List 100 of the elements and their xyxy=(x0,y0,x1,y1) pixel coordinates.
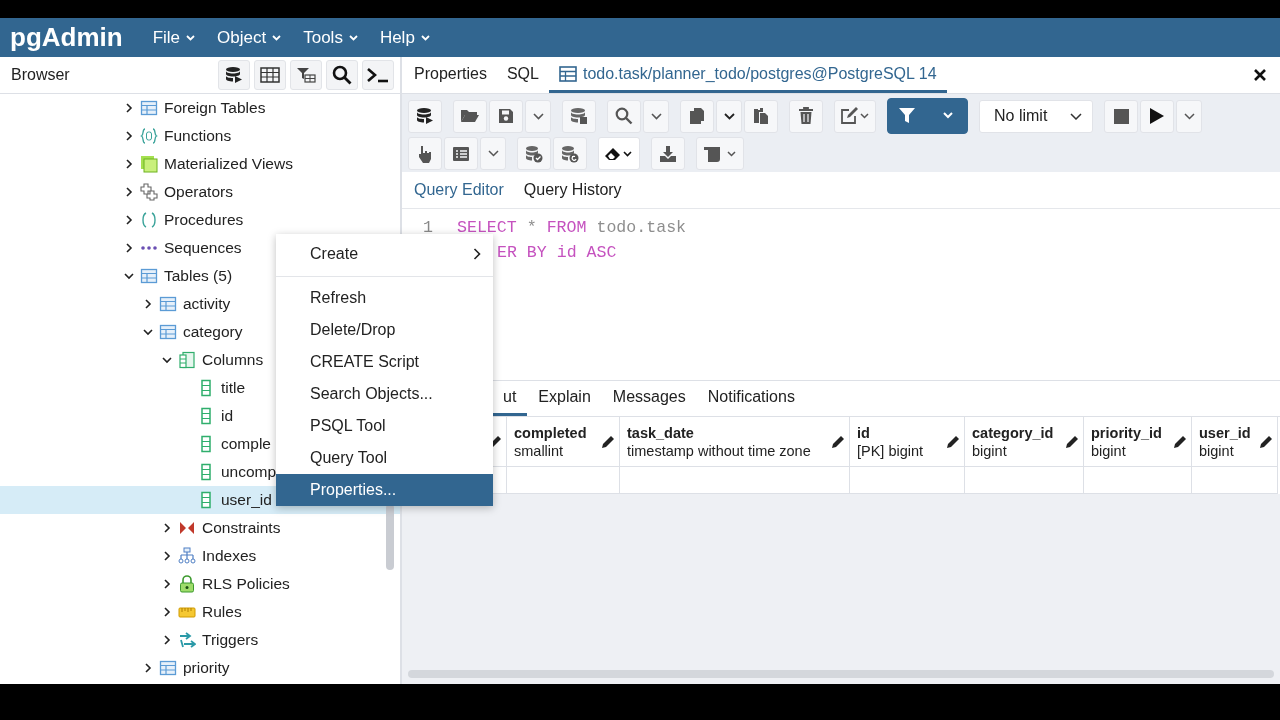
menu-item[interactable]: Search Objects... xyxy=(276,378,493,410)
results-tab[interactable]: Notifications xyxy=(696,381,806,416)
chevron-icon[interactable] xyxy=(162,551,172,561)
copy-options-button[interactable] xyxy=(716,99,742,133)
tree-label: Indexes xyxy=(202,547,257,565)
tree-row[interactable]: RLS Policies xyxy=(0,570,400,598)
macros-button[interactable] xyxy=(696,137,744,170)
execute-button[interactable] xyxy=(1140,99,1174,133)
chevron-icon[interactable] xyxy=(124,187,134,197)
braces-icon xyxy=(140,127,158,145)
chevron-icon[interactable] xyxy=(124,131,134,141)
pencil-icon[interactable] xyxy=(946,434,960,449)
edit-button[interactable] xyxy=(834,99,876,133)
rollback-button[interactable] xyxy=(553,137,587,170)
menu-button[interactable]: Object xyxy=(217,27,282,48)
menu-item[interactable]: Delete/Drop xyxy=(276,314,493,346)
stop-button[interactable] xyxy=(1104,99,1138,133)
pencil-icon[interactable] xyxy=(1259,434,1273,449)
save-button[interactable] xyxy=(489,99,523,133)
paste-button[interactable] xyxy=(744,99,778,133)
chevron-icon[interactable] xyxy=(143,327,153,337)
psql-tool-button[interactable] xyxy=(362,60,394,90)
delete-button[interactable] xyxy=(789,99,823,133)
results-tab[interactable]: Messages xyxy=(601,381,697,416)
tree-label: id xyxy=(221,407,234,425)
chevron-icon[interactable] xyxy=(162,523,172,533)
tree-row[interactable]: priority xyxy=(0,654,400,682)
search-button[interactable] xyxy=(326,60,358,90)
tree-row[interactable]: Materialized Views xyxy=(0,150,400,178)
pencil-icon[interactable] xyxy=(1173,434,1187,449)
chevron-icon[interactable] xyxy=(124,103,134,113)
connection-button[interactable] xyxy=(408,99,442,133)
database-icon xyxy=(570,107,588,125)
menu-item[interactable]: CREATE Script xyxy=(276,346,493,378)
menu-item[interactable]: Properties... xyxy=(276,474,493,506)
chevron-icon[interactable] xyxy=(124,159,134,169)
database-check-icon xyxy=(525,144,543,163)
menu-item[interactable]: Query Tool xyxy=(276,442,493,474)
menu-button[interactable]: Tools xyxy=(303,27,358,48)
copy-button[interactable] xyxy=(680,99,714,133)
tree-row[interactable]: Indexes xyxy=(0,542,400,570)
query-tool-button[interactable] xyxy=(218,60,250,90)
commit-button[interactable] xyxy=(517,137,551,170)
filter-button[interactable] xyxy=(887,98,968,134)
menu-item[interactable]: PSQL Tool xyxy=(276,410,493,442)
menu-button[interactable]: Help xyxy=(379,27,430,48)
chevron-icon[interactable] xyxy=(162,579,172,589)
tree-row[interactable]: Foreign Tables xyxy=(0,94,400,122)
pencil-icon[interactable] xyxy=(601,434,615,449)
results-tab[interactable]: Explain xyxy=(527,381,602,416)
row-limit-dropdown[interactable]: No limit xyxy=(979,99,1093,133)
chevron-icon[interactable] xyxy=(124,271,134,281)
pencil-icon[interactable] xyxy=(831,434,845,449)
caret-icon xyxy=(1070,112,1082,120)
tree-label: Constraints xyxy=(202,519,281,537)
column-name: user_id xyxy=(1199,423,1251,442)
pointer-button[interactable] xyxy=(408,137,442,170)
pencil-square-icon xyxy=(840,107,870,125)
tree-row[interactable]: Constraints xyxy=(0,514,400,542)
save-data-button[interactable] xyxy=(562,99,596,133)
download-button[interactable] xyxy=(651,137,685,170)
pencil-icon[interactable] xyxy=(1065,434,1079,449)
search-icon xyxy=(615,107,633,125)
chevron-icon[interactable] xyxy=(124,243,134,253)
eraser-icon xyxy=(604,145,634,162)
scrollbar[interactable] xyxy=(386,504,394,570)
tree-row[interactable]: Procedures xyxy=(0,206,400,234)
panel-tab[interactable]: SQL xyxy=(496,57,549,93)
chevron-icon[interactable] xyxy=(124,215,134,225)
panel-tab[interactable]: Properties xyxy=(404,57,497,93)
app-logo: pgAdmin xyxy=(10,22,123,53)
scrollbar[interactable] xyxy=(408,670,1274,678)
tree-label: Operators xyxy=(164,183,233,201)
editor-tab[interactable]: Query History xyxy=(513,172,632,208)
chevron-icon[interactable] xyxy=(143,299,153,309)
column-name: category_id xyxy=(972,423,1054,442)
column-name: completed xyxy=(514,423,587,442)
editor-tab[interactable]: Query Editor xyxy=(404,172,514,208)
chevron-icon[interactable] xyxy=(162,355,172,365)
tree-label: RLS Policies xyxy=(202,575,290,593)
lock-icon xyxy=(178,575,196,593)
tree-row[interactable]: Operators xyxy=(0,178,400,206)
view-data-button[interactable] xyxy=(254,60,286,90)
open-file-button[interactable] xyxy=(453,99,487,133)
chevron-icon[interactable] xyxy=(143,663,153,673)
find-button[interactable] xyxy=(607,99,641,133)
tree-row[interactable]: Triggers xyxy=(0,626,400,654)
tree-row[interactable]: Functions xyxy=(0,122,400,150)
explain-button[interactable] xyxy=(444,137,478,170)
chevron-icon[interactable] xyxy=(162,607,172,617)
filter-rows-button[interactable] xyxy=(290,60,322,90)
menu-button[interactable]: File xyxy=(152,27,196,48)
tree-label: uncomp xyxy=(221,463,277,481)
folder-icon xyxy=(460,108,480,124)
table-icon xyxy=(159,295,177,313)
tree-row[interactable]: Rules xyxy=(0,598,400,626)
chevron-icon[interactable] xyxy=(162,635,172,645)
table-icon xyxy=(140,267,158,285)
bowtie-icon xyxy=(178,519,196,537)
clear-button[interactable] xyxy=(598,137,640,170)
